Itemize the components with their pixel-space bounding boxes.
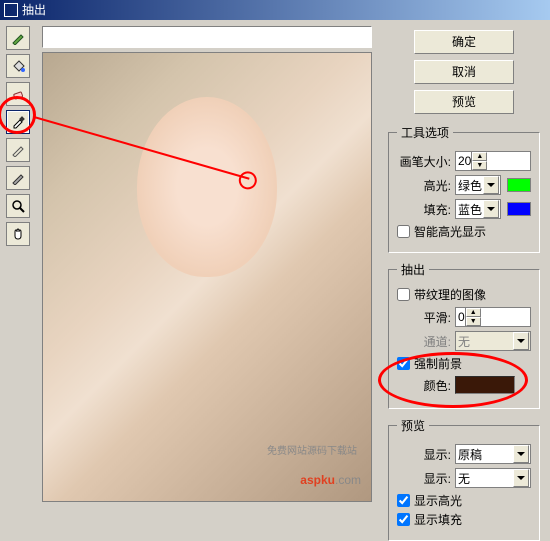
smooth-input[interactable]: 0▲▼	[455, 307, 531, 327]
options-panel: 确定 取消 预览 工具选项 画笔大小: 20▲▼ 高光: 绿色 填充: 蓝色 智…	[378, 20, 550, 523]
chevron-down-icon[interactable]	[513, 469, 529, 487]
force-foreground-label: 强制前景	[414, 355, 462, 372]
tool-options-legend: 工具选项	[397, 124, 453, 141]
show-highlight-checkbox[interactable]	[397, 494, 410, 507]
zoom-tool[interactable]	[6, 194, 30, 218]
spin-down-icon[interactable]: ▼	[466, 317, 481, 326]
show-select[interactable]: 原稿	[455, 444, 531, 464]
image-preview[interactable]: 免费网站源码下载站 aspku.com	[42, 52, 372, 502]
edge-highlighter-tool[interactable]	[6, 26, 30, 50]
watermark-tagline: 免费网站源码下载站	[267, 442, 357, 457]
path-bar[interactable]	[42, 26, 372, 48]
fill-tool[interactable]	[6, 54, 30, 78]
chevron-down-icon[interactable]	[513, 445, 529, 463]
cancel-button[interactable]: 取消	[414, 60, 514, 84]
force-foreground-checkbox[interactable]	[397, 357, 410, 370]
brush-size-input[interactable]: 20▲▼	[455, 151, 531, 171]
display-label: 显示:	[397, 470, 451, 487]
chevron-down-icon	[513, 332, 529, 350]
extract-legend: 抽出	[397, 261, 429, 278]
fill-swatch[interactable]	[507, 202, 531, 216]
textured-label: 带纹理的图像	[414, 286, 486, 303]
eyedropper-tool[interactable]	[6, 110, 30, 134]
display-select[interactable]: 无	[455, 468, 531, 488]
spin-up-icon[interactable]: ▲	[472, 152, 487, 161]
highlight-swatch[interactable]	[507, 178, 531, 192]
edge-touchup-tool[interactable]	[6, 166, 30, 190]
highlight-label: 高光:	[397, 177, 451, 194]
brush-size-label: 画笔大小:	[397, 153, 451, 170]
smart-highlight-label: 智能高光显示	[414, 223, 486, 240]
color-picker[interactable]	[455, 376, 515, 394]
chevron-down-icon[interactable]	[483, 200, 499, 218]
chevron-down-icon[interactable]	[483, 176, 499, 194]
center-panel: 免费网站源码下载站 aspku.com	[36, 20, 378, 523]
spin-up-icon[interactable]: ▲	[466, 308, 481, 317]
window-title: 抽出	[22, 0, 46, 20]
textured-checkbox[interactable]	[397, 288, 410, 301]
cleanup-tool[interactable]	[6, 138, 30, 162]
extract-group: 抽出 带纹理的图像 平滑: 0▲▼ 通道: 无 强制前景 颜色:	[388, 261, 540, 409]
title-bar: 抽出	[0, 0, 550, 20]
preview-button[interactable]: 预览	[414, 90, 514, 114]
show-highlight-label: 显示高光	[414, 492, 462, 509]
show-fill-checkbox[interactable]	[397, 513, 410, 526]
tool-options-group: 工具选项 画笔大小: 20▲▼ 高光: 绿色 填充: 蓝色 智能高光显示	[388, 124, 540, 253]
highlight-select[interactable]: 绿色	[455, 175, 501, 195]
eraser-tool[interactable]	[6, 82, 30, 106]
smooth-label: 平滑:	[397, 309, 451, 326]
preview-group: 预览 显示: 原稿 显示: 无 显示高光 显示填充	[388, 417, 540, 541]
fill-label: 填充:	[397, 201, 451, 218]
spin-down-icon[interactable]: ▼	[472, 161, 487, 170]
ok-button[interactable]: 确定	[414, 30, 514, 54]
color-label: 颜色:	[397, 377, 451, 394]
hand-tool[interactable]	[6, 222, 30, 246]
channel-label: 通道:	[397, 333, 451, 350]
preview-legend: 预览	[397, 417, 429, 434]
show-label: 显示:	[397, 446, 451, 463]
sysmenu-icon	[4, 3, 18, 17]
smart-highlight-checkbox[interactable]	[397, 225, 410, 238]
watermark-logo: aspku.com	[300, 463, 361, 491]
show-fill-label: 显示填充	[414, 511, 462, 528]
channel-select: 无	[455, 331, 531, 351]
toolbar	[0, 20, 36, 523]
fill-select[interactable]: 蓝色	[455, 199, 501, 219]
